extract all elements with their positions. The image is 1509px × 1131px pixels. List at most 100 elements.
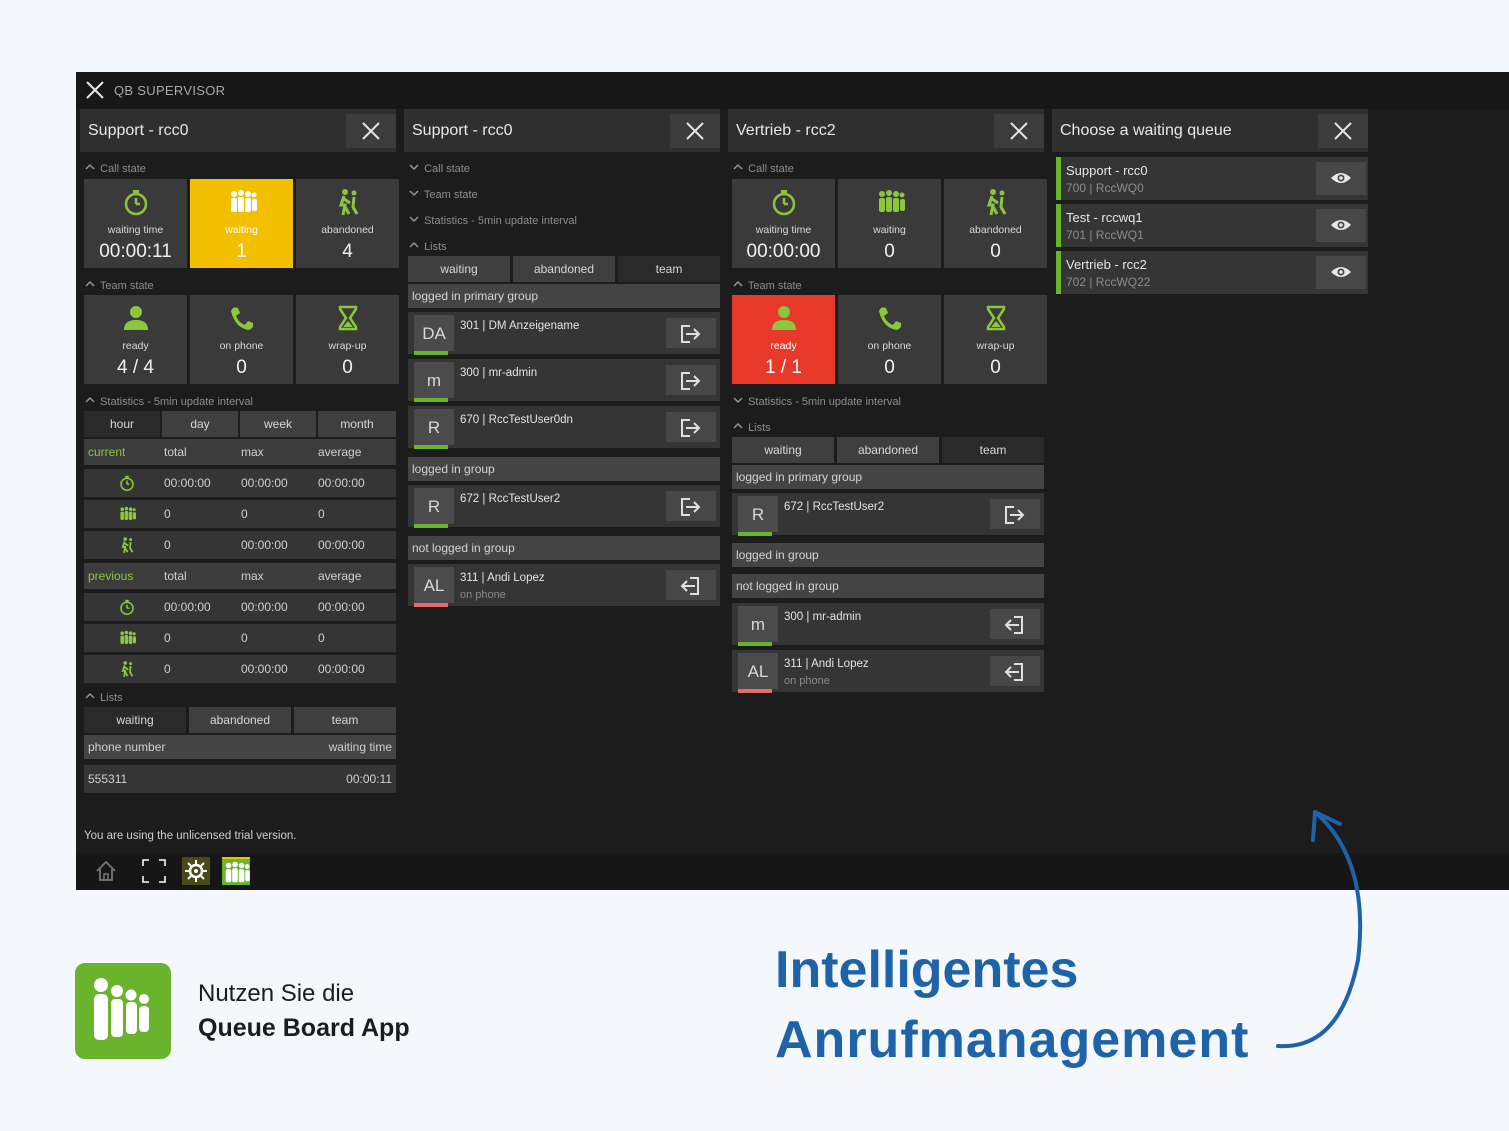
- section-team-state[interactable]: Team state: [409, 188, 478, 204]
- view-queue-button[interactable]: [1316, 256, 1366, 289]
- login-icon: [1005, 616, 1023, 634]
- eye-icon: [1331, 220, 1351, 230]
- group-header-logged: logged in group: [732, 543, 1044, 567]
- section-statistics[interactable]: Statistics - 5min update interval: [409, 214, 577, 230]
- tab-abandoned[interactable]: abandoned: [189, 707, 291, 733]
- tab-waiting[interactable]: waiting: [408, 256, 510, 282]
- tab-abandoned[interactable]: abandoned: [513, 256, 615, 282]
- close-icon: [362, 122, 380, 140]
- eye-icon: [1331, 173, 1351, 183]
- status-bar: [414, 603, 448, 607]
- tab-waiting[interactable]: waiting: [84, 707, 186, 733]
- group-header-not-logged: not logged in group: [732, 574, 1044, 598]
- current-row-abandoned: 0 00:00:00 00:00:00: [84, 531, 396, 559]
- current-row-waiting-time: 00:00:00 00:00:00 00:00:00: [84, 469, 396, 497]
- close-icon: [1334, 122, 1352, 140]
- logout-button[interactable]: [666, 412, 716, 442]
- section-lists[interactable]: Lists: [733, 421, 771, 437]
- tab-day[interactable]: day: [162, 411, 238, 437]
- user-row: AL 311 | Andi Lopez on phone: [408, 564, 720, 607]
- status-bar: [414, 524, 448, 528]
- section-statistics[interactable]: Statistics - 5min update interval: [733, 395, 901, 411]
- close-icon: [686, 122, 704, 140]
- section-call-state[interactable]: Call state: [85, 162, 146, 178]
- panel-title: Support - rcc0: [88, 122, 189, 139]
- queue-item[interactable]: Vertrieb - rcc2 702 | RccWQ22: [1056, 251, 1368, 294]
- tab-hour[interactable]: hour: [84, 411, 160, 437]
- tab-team[interactable]: team: [294, 707, 396, 733]
- queue-item[interactable]: Support - rcc0 700 | RccWQ0: [1056, 157, 1368, 200]
- login-button[interactable]: [990, 656, 1040, 686]
- avatar: m: [414, 362, 454, 398]
- close-panel-button[interactable]: [1318, 114, 1368, 148]
- previous-header: previous total max average: [84, 563, 396, 589]
- tile-waiting: waiting 0: [838, 179, 941, 268]
- list-tabs: waiting abandoned team: [84, 707, 396, 733]
- logout-button[interactable]: [666, 365, 716, 395]
- current-header: current total max average: [84, 439, 396, 465]
- previous-row-waiting: 0 0 0: [84, 624, 396, 652]
- panel-title: Support - rcc0: [412, 122, 513, 139]
- chevron-up-icon: [733, 281, 743, 287]
- section-call-state[interactable]: Call state: [409, 162, 470, 178]
- home-icon[interactable]: [92, 857, 120, 885]
- title-bar: QB SUPERVISOR: [76, 72, 1509, 109]
- section-team-state[interactable]: Team state: [85, 279, 154, 295]
- status-bar: [738, 532, 772, 536]
- login-icon: [681, 577, 699, 595]
- settings-app-icon[interactable]: [182, 857, 210, 885]
- tab-team[interactable]: team: [618, 256, 720, 282]
- logout-button[interactable]: [666, 318, 716, 348]
- section-statistics[interactable]: Statistics - 5min update interval: [85, 395, 253, 411]
- chevron-up-icon: [733, 423, 743, 429]
- section-lists[interactable]: Lists: [85, 691, 123, 707]
- avatar: DA: [414, 315, 454, 351]
- queue-people-icon: [879, 190, 905, 212]
- close-panel-button[interactable]: [346, 114, 396, 148]
- tab-week[interactable]: week: [240, 411, 316, 437]
- eye-icon: [1331, 267, 1351, 277]
- stopwatch-icon: [124, 188, 148, 216]
- tile-waiting: waiting 1: [190, 179, 293, 268]
- trial-notice: You are using the unlicensed trial versi…: [84, 830, 297, 842]
- fullscreen-icon[interactable]: [140, 857, 168, 885]
- tab-team[interactable]: team: [942, 437, 1044, 463]
- user-row: m 300 | mr-admin: [408, 359, 720, 402]
- panel-title: Choose a waiting queue: [1060, 122, 1232, 139]
- login-button[interactable]: [990, 609, 1040, 639]
- group-header-primary: logged in primary group: [732, 465, 1044, 489]
- section-call-state[interactable]: Call state: [733, 162, 794, 178]
- stopwatch-icon: [120, 475, 134, 491]
- queue-board-app-icon[interactable]: [222, 857, 250, 885]
- logout-icon: [1005, 506, 1024, 524]
- tab-waiting[interactable]: waiting: [732, 437, 834, 463]
- section-team-state[interactable]: Team state: [733, 279, 802, 295]
- close-app-icon[interactable]: [86, 81, 104, 99]
- logout-button[interactable]: [990, 499, 1040, 529]
- user-row: R 670 | RccTestUser0dn: [408, 406, 720, 449]
- hourglass-icon: [986, 305, 1006, 331]
- walking-away-icon: [121, 660, 134, 678]
- tile-wrap-up: wrap-up 0: [944, 295, 1047, 384]
- list-row[interactable]: 555311 00:00:11: [84, 765, 396, 793]
- login-icon: [1005, 663, 1023, 681]
- tab-month[interactable]: month: [318, 411, 396, 437]
- phone-icon: [879, 307, 902, 330]
- section-lists[interactable]: Lists: [409, 240, 447, 256]
- slogan-line2: Anrufmanagement: [775, 1011, 1250, 1069]
- close-panel-button[interactable]: [670, 114, 720, 148]
- view-queue-button[interactable]: [1316, 209, 1366, 242]
- tab-abandoned[interactable]: abandoned: [837, 437, 939, 463]
- logout-icon: [681, 325, 700, 343]
- queue-item[interactable]: Test - rccwq1 701 | RccWQ1: [1056, 204, 1368, 247]
- tile-waiting-time: waiting time 00:00:00: [732, 179, 835, 268]
- agent-icon: [124, 306, 148, 330]
- view-queue-button[interactable]: [1316, 162, 1366, 195]
- tile-wrap-up: wrap-up 0: [296, 295, 399, 384]
- avatar: R: [414, 409, 454, 445]
- close-panel-button[interactable]: [994, 114, 1044, 148]
- queue-people-icon: [94, 978, 149, 1040]
- list-tabs: waiting abandoned team: [408, 256, 720, 282]
- login-button[interactable]: [666, 570, 716, 600]
- logout-button[interactable]: [666, 491, 716, 521]
